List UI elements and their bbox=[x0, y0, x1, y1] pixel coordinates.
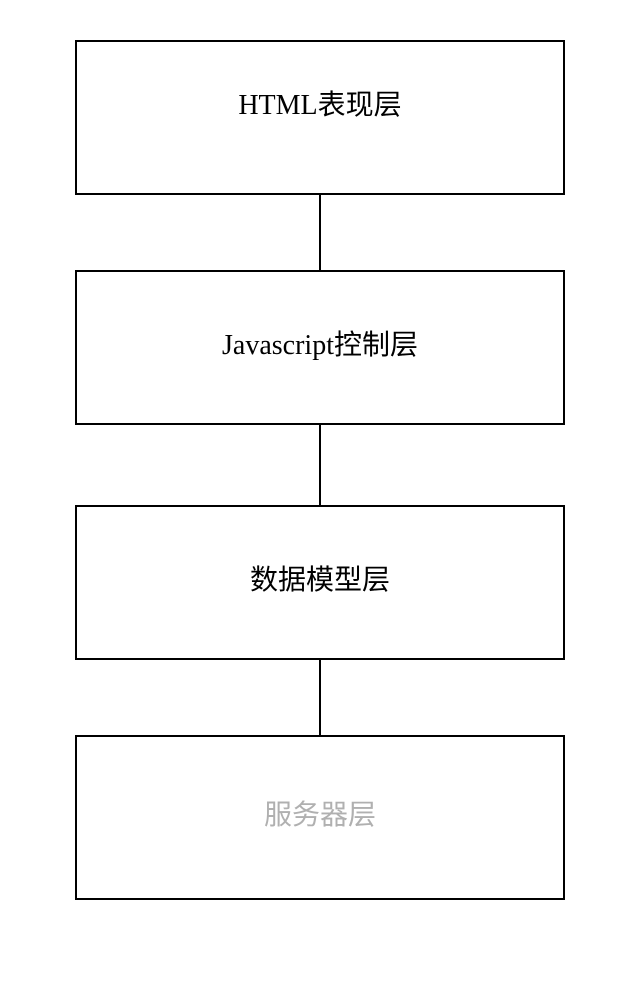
layer-label: HTML表现层 bbox=[238, 83, 401, 123]
layer-label: 服务器层 bbox=[264, 793, 376, 833]
layered-architecture-diagram: HTML表现层 Javascript控制层 数据模型层 服务器层 bbox=[75, 40, 565, 900]
layer-box-server: 服务器层 bbox=[75, 735, 565, 900]
layer-box-html-presentation: HTML表现层 bbox=[75, 40, 565, 195]
connector-line bbox=[319, 195, 321, 270]
connector-line bbox=[319, 660, 321, 735]
layer-label: Javascript控制层 bbox=[222, 323, 418, 363]
connector-line bbox=[319, 425, 321, 505]
layer-label: 数据模型层 bbox=[250, 558, 390, 598]
layer-box-javascript-control: Javascript控制层 bbox=[75, 270, 565, 425]
layer-box-data-model: 数据模型层 bbox=[75, 505, 565, 660]
